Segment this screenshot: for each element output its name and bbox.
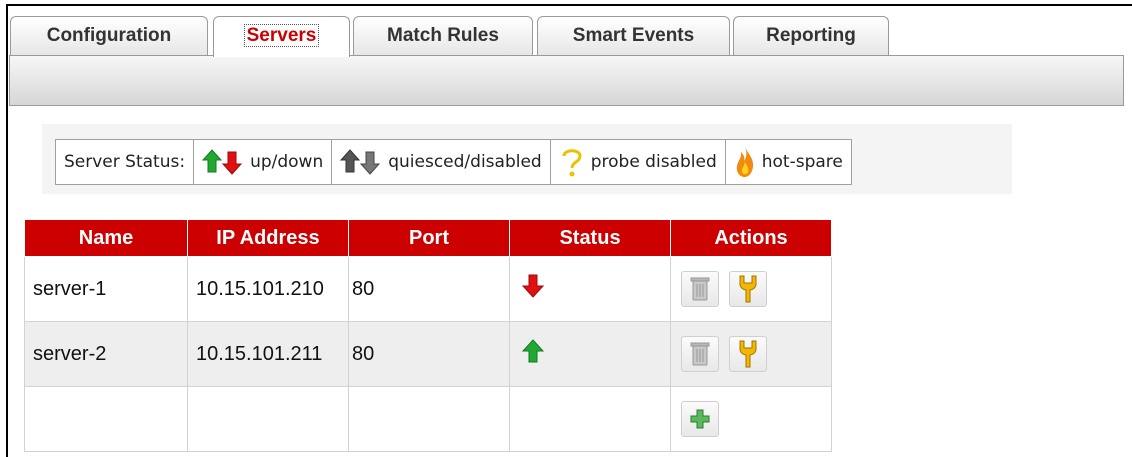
trash-icon [690,342,710,366]
server-status-legend: Server Status: up/down quiesced/disabled… [55,139,852,185]
actions-cell [670,386,832,452]
tab-match-rules[interactable]: Match Rules [353,16,533,56]
server-name: server-2 [24,321,188,387]
legend-item-hot-spare: hot-spare [726,140,851,184]
edit-server-button[interactable] [728,336,767,372]
empty-cell [509,386,671,452]
tab-configuration[interactable]: Configuration [10,16,208,56]
up-down-arrows-icon [202,149,243,175]
table-row: server-2 10.15.101.211 80 [24,321,832,387]
servers-table: Name IP Address Port Status Actions serv… [24,219,832,452]
empty-cell [348,386,510,452]
column-header-port: Port [348,219,510,257]
server-port: 80 [348,256,510,322]
status-up-icon [521,339,545,363]
add-server-button[interactable] [681,401,719,437]
actions-cell [670,256,832,322]
legend-title: Server Status: [56,140,195,184]
table-row: server-1 10.15.101.210 80 [24,256,832,322]
wrench-icon [739,340,757,368]
legend-item-up-down: up/down [194,140,333,184]
status-cell [509,321,671,387]
tab-servers[interactable]: Servers [213,16,350,57]
server-ip: 10.15.101.210 [187,256,349,322]
trash-icon [690,277,710,301]
column-header-ip: IP Address [187,219,349,257]
table-header-row: Name IP Address Port Status Actions [24,219,832,257]
tab-reporting[interactable]: Reporting [733,16,889,56]
legend-item-quiesced-disabled: quiesced/disabled [332,140,551,184]
tab-smart-events[interactable]: Smart Events [537,16,730,56]
edit-server-button[interactable] [728,271,767,307]
gray-arrows-icon [340,149,381,175]
column-header-status: Status [509,219,671,257]
table-row-new [24,386,832,452]
question-mark-icon [562,149,582,177]
flame-icon [736,147,753,177]
empty-cell [24,386,188,452]
empty-cell [187,386,349,452]
legend-item-probe-disabled: probe disabled [551,140,726,184]
server-name: server-1 [24,256,188,322]
actions-cell [670,321,832,387]
column-header-name: Name [24,219,188,257]
server-port: 80 [348,321,510,387]
tab-subbar [9,55,1124,106]
delete-server-button[interactable] [681,336,719,372]
plus-icon [690,409,710,429]
column-header-actions: Actions [670,219,832,257]
wrench-icon [739,275,757,303]
status-down-icon [521,274,545,298]
delete-server-button[interactable] [681,271,719,307]
status-cell [509,256,671,322]
server-ip: 10.15.101.211 [187,321,349,387]
